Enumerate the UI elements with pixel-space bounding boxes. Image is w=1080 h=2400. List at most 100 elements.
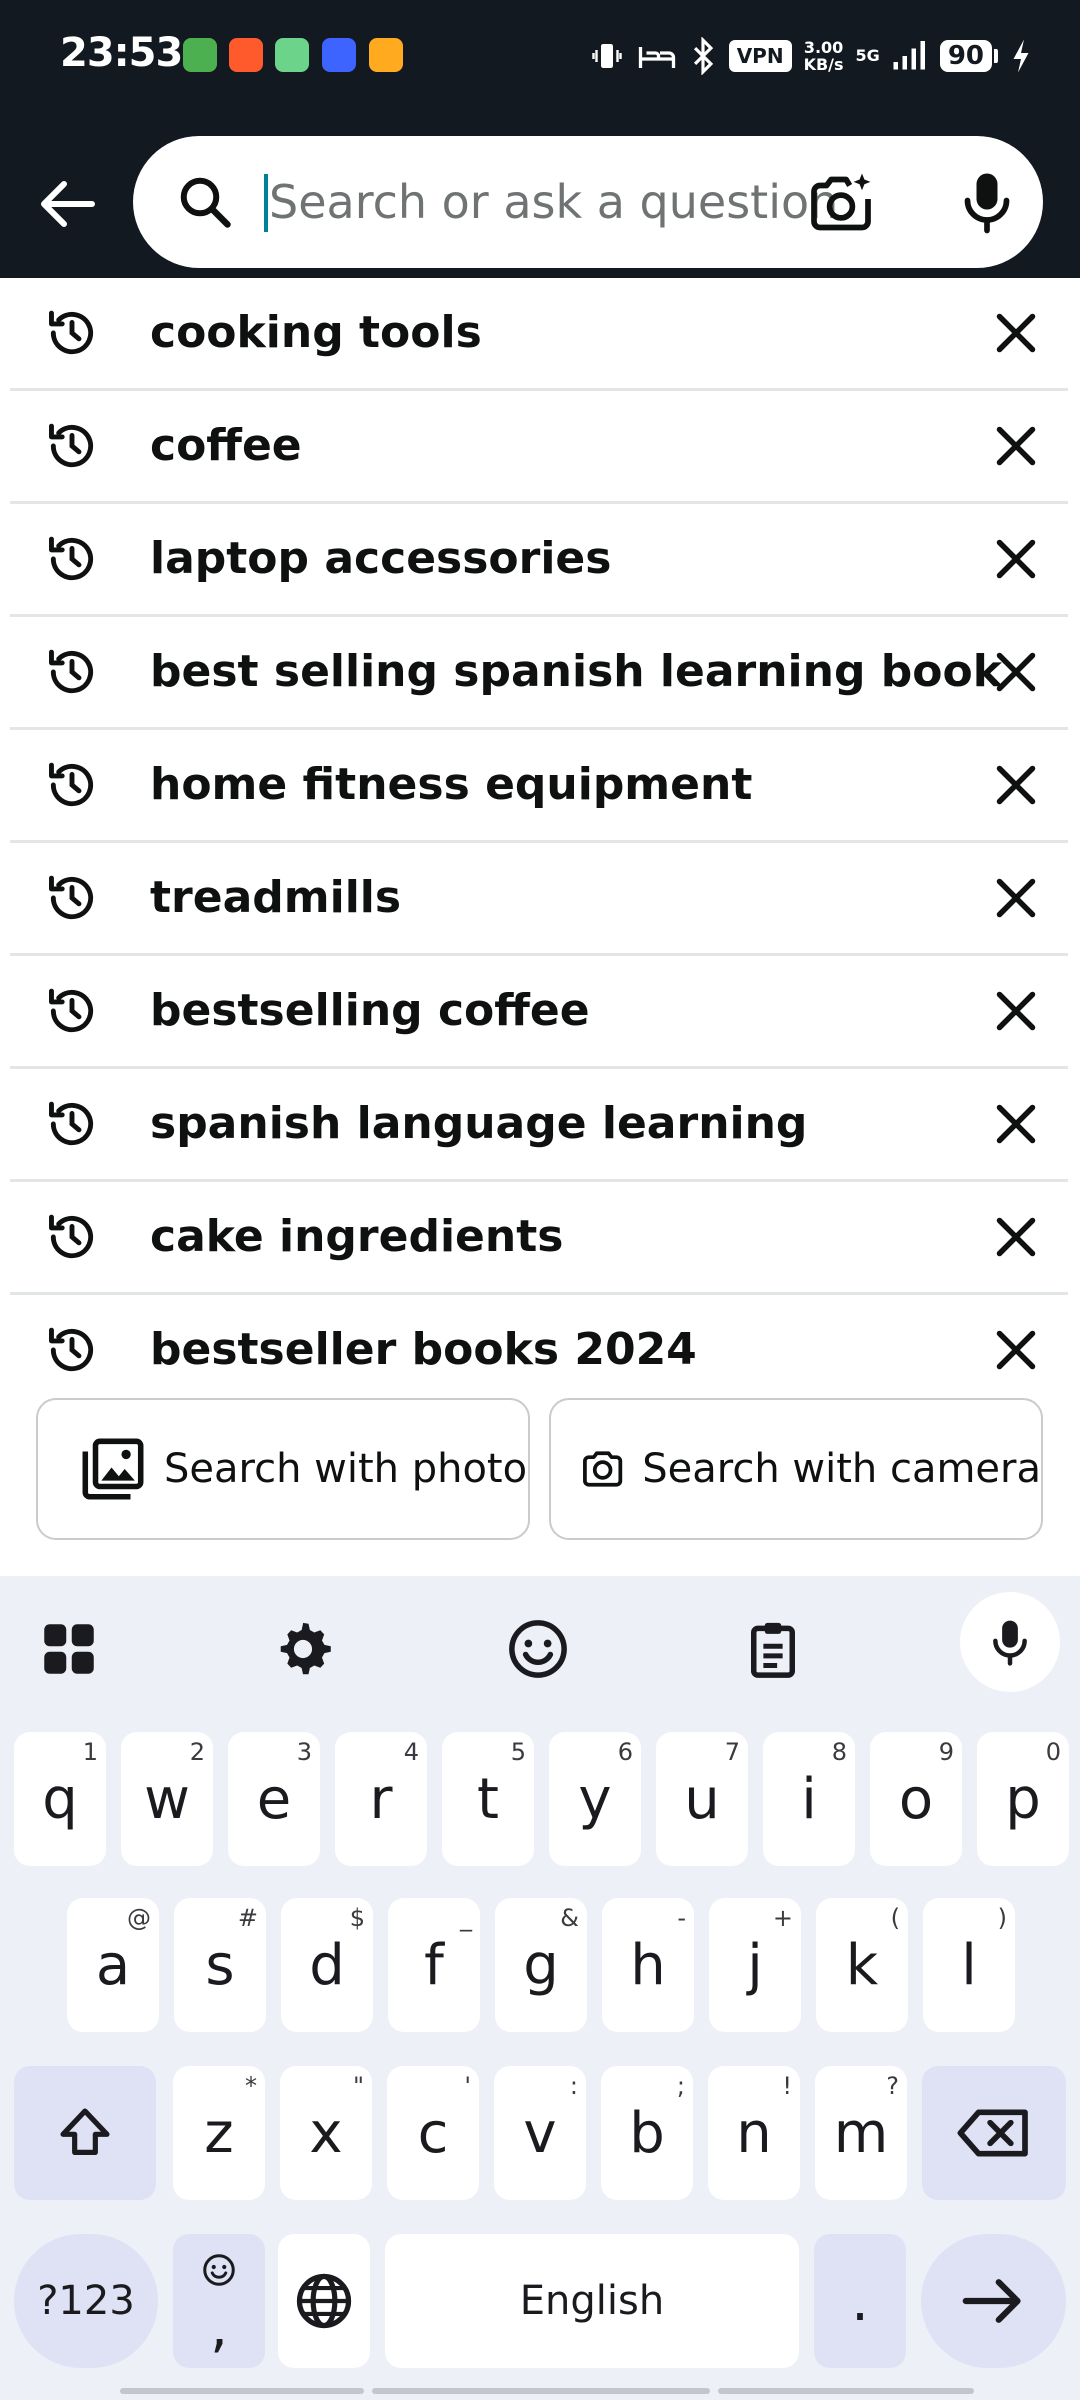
key-h[interactable]: h-: [602, 1898, 694, 2032]
backspace-key[interactable]: [922, 2066, 1066, 2200]
key-label: s: [205, 1932, 235, 1998]
history-item-label: spanish language learning: [150, 1098, 808, 1149]
history-item[interactable]: laptop accessories: [10, 504, 1068, 617]
key-e[interactable]: e3: [228, 1732, 320, 1866]
camera-search-icon[interactable]: [805, 166, 877, 238]
history-item-label: treadmills: [150, 872, 402, 923]
history-item[interactable]: spanish language learning: [10, 1069, 1068, 1182]
key-k[interactable]: k(: [816, 1898, 908, 2032]
remove-history-button[interactable]: [988, 418, 1044, 474]
symbols-key[interactable]: ?123: [14, 2234, 158, 2368]
close-icon: [996, 426, 1036, 466]
key-label: w: [144, 1766, 190, 1832]
gesture-bar: [120, 2388, 974, 2394]
key-hint: 4: [403, 1738, 419, 1766]
key-i[interactable]: i8: [763, 1732, 855, 1866]
key-v[interactable]: v:: [494, 2066, 586, 2200]
key-s[interactable]: s #: [174, 1898, 266, 2032]
close-icon: [996, 1217, 1036, 1257]
key-label: b: [629, 2100, 665, 2166]
key-l[interactable]: l): [923, 1898, 1015, 2032]
key-m[interactable]: m?: [815, 2066, 907, 2200]
key-hint: 6: [617, 1738, 633, 1766]
history-item[interactable]: home fitness equipment: [10, 730, 1068, 843]
key-z[interactable]: z *: [173, 2066, 265, 2200]
voice-search-icon[interactable]: [951, 166, 1023, 238]
key-hint: -: [677, 1904, 686, 1932]
apps-grid-icon[interactable]: [36, 1616, 102, 1682]
period-key[interactable]: .: [814, 2234, 906, 2368]
key-x[interactable]: x ": [280, 2066, 372, 2200]
key-label: x: [309, 2100, 343, 2166]
remove-history-button[interactable]: [988, 1096, 1044, 1152]
history-item[interactable]: coffee: [10, 391, 1068, 504]
key-b[interactable]: b;: [601, 2066, 693, 2200]
comma-key[interactable]: ,: [173, 2234, 265, 2368]
close-icon: [996, 1104, 1036, 1144]
remove-history-button[interactable]: [988, 305, 1044, 361]
history-item[interactable]: best selling spanish learning book: [10, 617, 1068, 730]
text-cursor: [264, 174, 268, 232]
key-label: f: [424, 1932, 444, 1998]
history-item[interactable]: cake ingredients: [10, 1182, 1068, 1295]
key-f[interactable]: f _: [388, 1898, 480, 2032]
notification-app-icon: [183, 38, 217, 72]
battery-level: 90: [939, 40, 992, 72]
key-label: u: [684, 1766, 720, 1832]
remove-history-button[interactable]: [988, 1322, 1044, 1378]
status-time: 23:53: [60, 30, 183, 76]
history-item-label: bestselling coffee: [150, 985, 590, 1036]
history-item[interactable]: treadmills: [10, 843, 1068, 956]
key-hint: ": [352, 2072, 364, 2100]
key-n[interactable]: n!: [708, 2066, 800, 2200]
key-label: j: [747, 1932, 763, 1998]
remove-history-button[interactable]: [988, 531, 1044, 587]
network-speed-unit: KB/s: [803, 55, 844, 74]
enter-key[interactable]: [921, 2234, 1066, 2368]
key-q[interactable]: q1: [14, 1732, 106, 1866]
remove-history-button[interactable]: [988, 757, 1044, 813]
key-y[interactable]: y6: [549, 1732, 641, 1866]
space-key[interactable]: English: [385, 2234, 799, 2368]
shift-arrow-icon: [60, 2108, 110, 2155]
search-with-photo-button[interactable]: Search with photo: [36, 1398, 530, 1540]
notification-app-icon: [322, 38, 356, 72]
key-j[interactable]: j +: [709, 1898, 801, 2032]
remove-history-button[interactable]: [988, 983, 1044, 1039]
history-item[interactable]: bestseller books 2024: [10, 1295, 1068, 1405]
charging-icon: [1010, 38, 1032, 74]
key-a[interactable]: a @: [67, 1898, 159, 2032]
key-hint: 9: [938, 1738, 954, 1766]
emoji-icon[interactable]: [505, 1616, 571, 1682]
key-p[interactable]: p0: [977, 1732, 1069, 1866]
key-c[interactable]: c ': [387, 2066, 479, 2200]
search-with-camera-button[interactable]: Search with camera: [549, 1398, 1043, 1540]
back-button[interactable]: [30, 168, 102, 240]
clipboard-icon[interactable]: [740, 1616, 806, 1682]
remove-history-button[interactable]: [988, 644, 1044, 700]
key-hint: 3: [296, 1738, 312, 1766]
search-bar[interactable]: [133, 136, 1043, 268]
key-u[interactable]: u7: [656, 1732, 748, 1866]
network-speed: 3.00 KB/s: [804, 39, 844, 73]
key-w[interactable]: w2: [121, 1732, 213, 1866]
photo-gallery-icon: [82, 1438, 144, 1500]
keyboard-voice-input[interactable]: [960, 1592, 1060, 1692]
history-item[interactable]: cooking tools: [10, 278, 1068, 391]
history-item[interactable]: bestselling coffee: [10, 956, 1068, 1069]
search-with-photo-label: Search with photo: [164, 1446, 528, 1492]
remove-history-button[interactable]: [988, 1209, 1044, 1265]
backspace-icon: [957, 2109, 1028, 2157]
key-g[interactable]: g &: [495, 1898, 587, 2032]
remove-history-button[interactable]: [988, 870, 1044, 926]
key-t[interactable]: t5: [442, 1732, 534, 1866]
settings-gear-icon[interactable]: [270, 1616, 336, 1682]
key-label: e: [256, 1766, 292, 1832]
key-d[interactable]: d $: [281, 1898, 373, 2032]
key-r[interactable]: r4: [335, 1732, 427, 1866]
language-key[interactable]: [278, 2234, 370, 2368]
shift-key[interactable]: [14, 2066, 156, 2200]
key-o[interactable]: o9: [870, 1732, 962, 1866]
history-clock-icon: [49, 988, 94, 1033]
key-hint: &: [560, 1904, 579, 1932]
